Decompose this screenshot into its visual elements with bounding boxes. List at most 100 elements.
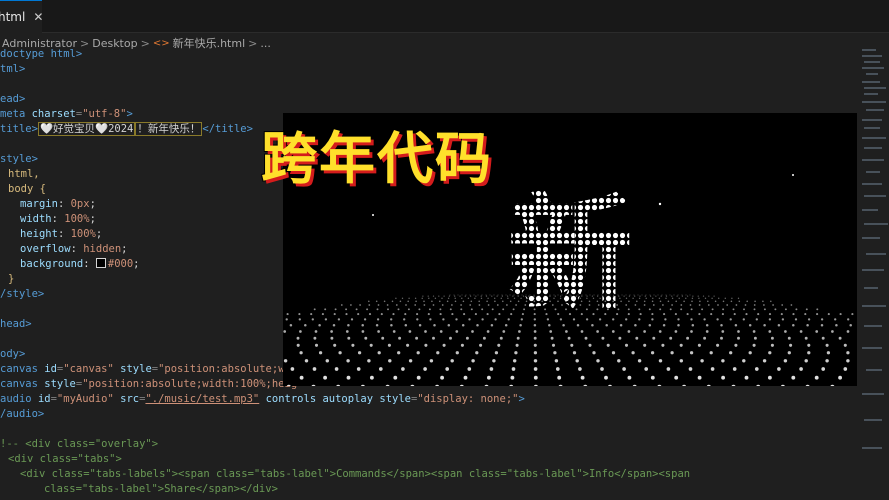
- floor-particle: [314, 343, 319, 347]
- floor-particle: [685, 297, 687, 299]
- floor-particle: [619, 323, 623, 327]
- floor-particle: [753, 336, 757, 340]
- floor-particle: [651, 318, 654, 321]
- floor-particle: [805, 384, 810, 386]
- floor-particle: [688, 367, 693, 371]
- floor-particle: [639, 313, 642, 316]
- breadcrumb-item-file[interactable]: 新年快乐.html: [173, 35, 246, 51]
- floor-particle: [643, 330, 646, 333]
- floor-particle: [697, 295, 699, 297]
- floor-particle: [406, 343, 410, 347]
- code-line: ead>: [0, 93, 26, 105]
- floor-particle: [357, 313, 360, 316]
- floor-particle: [588, 343, 592, 347]
- floor-particle: [533, 336, 537, 340]
- floor-particle: [794, 318, 798, 321]
- floor-particle: [299, 351, 303, 355]
- floor-particle: [722, 300, 725, 303]
- floor-particle: [345, 308, 348, 311]
- floor-particle: [734, 343, 738, 347]
- floor-particle: [283, 359, 288, 363]
- floor-particle: [781, 304, 784, 306]
- floor-particle: [720, 323, 723, 327]
- floor-particle: [665, 297, 667, 299]
- floor-particle: [831, 330, 834, 333]
- floor-particle: [304, 359, 309, 363]
- floor-particle: [520, 318, 523, 321]
- floor-particle: [450, 359, 454, 363]
- floor-particle: [345, 330, 349, 333]
- code-line: canvas style="position:absolute;width:10…: [0, 378, 298, 390]
- floor-particle: [383, 300, 386, 303]
- floor-particle: [337, 318, 341, 321]
- floor-particle: [497, 343, 501, 347]
- floor-particle: [768, 351, 772, 355]
- breadcrumb-item-symbols[interactable]: ...: [260, 37, 271, 50]
- floor-particle: [340, 304, 343, 306]
- floor-particle: [687, 295, 689, 297]
- tab-label: html: [0, 10, 26, 24]
- floor-particle: [289, 323, 293, 327]
- floor-particle: [674, 313, 677, 316]
- floor-particle: [454, 297, 456, 299]
- floor-particle: [707, 300, 709, 303]
- close-icon[interactable]: ✕: [33, 10, 43, 24]
- floor-particle: [368, 300, 370, 303]
- floor-particle: [643, 343, 647, 347]
- particle-character: [483, 183, 663, 313]
- star-particle: [372, 214, 374, 216]
- floor-particle: [494, 318, 497, 321]
- floor-particle: [318, 323, 321, 327]
- floor-particle: [447, 297, 450, 299]
- floor-particle: [689, 304, 692, 306]
- floor-particle: [768, 313, 772, 316]
- floor-particle: [512, 359, 517, 363]
- floor-particle: [359, 304, 361, 306]
- floor-particle: [648, 323, 652, 327]
- floor-particle: [460, 308, 463, 311]
- floor-particle: [752, 330, 756, 333]
- floor-particle: [451, 304, 453, 306]
- floor-particle: [515, 343, 519, 347]
- color-swatch[interactable]: [95, 258, 106, 268]
- floor-particle: [665, 295, 668, 297]
- floor-particle: [671, 304, 673, 306]
- floor-particle: [838, 375, 843, 380]
- floor-particle: [286, 384, 291, 386]
- floor-particle: [710, 367, 715, 371]
- floor-particle: [431, 300, 433, 303]
- floor-particle: [738, 300, 741, 303]
- floor-particle: [742, 359, 746, 363]
- floor-particle: [791, 375, 796, 380]
- floor-particle: [580, 375, 585, 380]
- floor-particle: [703, 318, 706, 321]
- floor-particle: [479, 343, 483, 347]
- floor-particle: [366, 308, 369, 311]
- floor-particle: [616, 313, 619, 316]
- floor-particle: [690, 318, 693, 321]
- floor-particle: [710, 313, 713, 316]
- floor-particle: [729, 318, 732, 321]
- floor-particle: [471, 330, 474, 333]
- code-line: <div class="tabs-labels"><span class="ta…: [20, 468, 691, 480]
- floor-particle: [469, 304, 472, 306]
- floor-particle: [592, 351, 596, 355]
- floor-particle: [846, 351, 850, 355]
- minimap[interactable]: [860, 47, 889, 500]
- floor-particle: [617, 359, 621, 363]
- floor-particle: [677, 318, 680, 321]
- floor-particle: [455, 330, 459, 333]
- floor-particle: [461, 323, 465, 327]
- floor-particle: [470, 300, 473, 303]
- floor-particle: [835, 323, 838, 327]
- floor-particle: [323, 375, 328, 380]
- floor-particle: [441, 297, 443, 299]
- floor-particle: [313, 336, 317, 340]
- floor-particle: [441, 304, 444, 306]
- floor-particle: [494, 351, 499, 355]
- editor-tab[interactable]: html ✕: [0, 0, 43, 33]
- breadcrumb-item-desktop[interactable]: Desktop: [92, 37, 137, 50]
- floor-particle: [600, 367, 604, 371]
- floor-particle: [674, 375, 679, 380]
- floor-particle: [744, 375, 749, 380]
